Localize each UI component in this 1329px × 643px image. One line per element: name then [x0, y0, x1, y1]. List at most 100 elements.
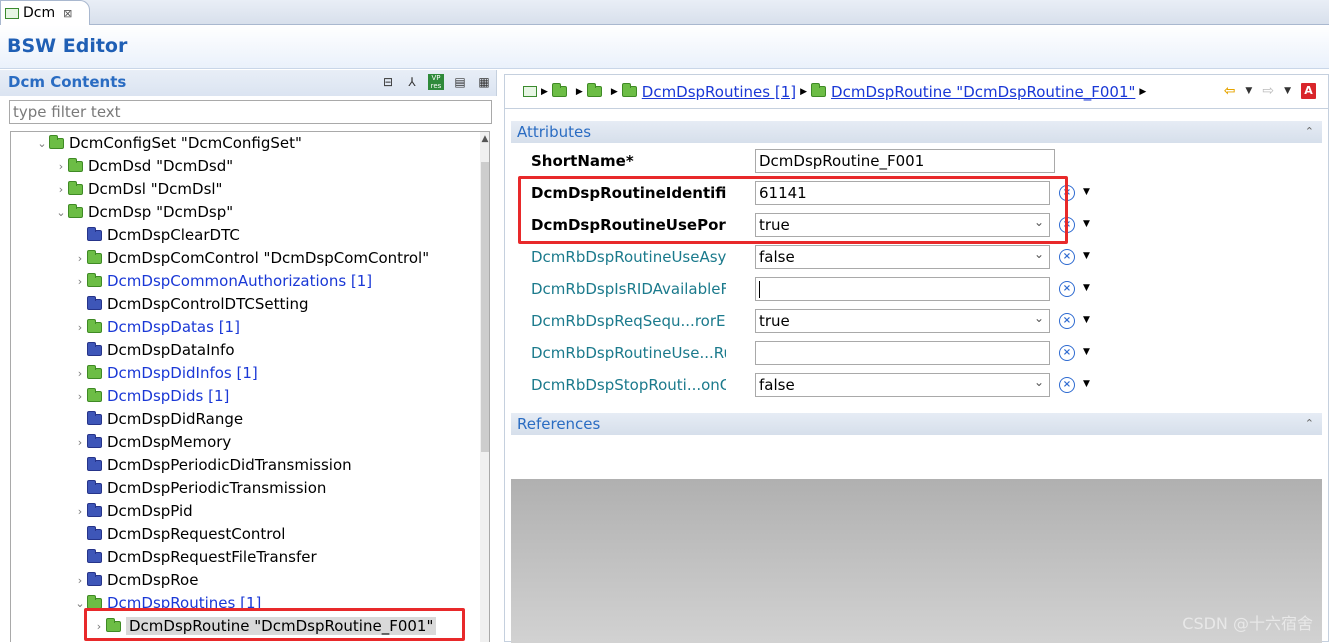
- folder-icon: [49, 134, 64, 149]
- chevron-right-icon[interactable]: ›: [73, 367, 87, 380]
- tree-item[interactable]: › DcmDspDids [1]: [73, 385, 230, 407]
- tree-item[interactable]: DcmDspPeriodicDidTransmission: [73, 454, 352, 476]
- folder-icon[interactable]: [586, 83, 602, 97]
- tree-item[interactable]: › DcmDsl "DcmDsl": [54, 178, 223, 200]
- attribute-combo[interactable]: false ⌄: [755, 245, 1050, 269]
- tree-item[interactable]: DcmDspClearDTC: [73, 224, 240, 246]
- chevron-right-icon[interactable]: ›: [73, 321, 87, 334]
- reset-icon[interactable]: ×: [1059, 345, 1075, 361]
- tree-item[interactable]: ⌄ DcmConfigSet "DcmConfigSet": [35, 132, 302, 154]
- chevron-right-icon[interactable]: ›: [73, 252, 87, 265]
- chevron-down-icon[interactable]: ⌄: [35, 137, 49, 150]
- pdf-icon[interactable]: A: [1301, 83, 1316, 99]
- folder-icon: [87, 387, 102, 402]
- document-icon[interactable]: ▤: [452, 74, 468, 90]
- forward-arrow-icon[interactable]: ⇨: [1262, 83, 1274, 99]
- filter-input[interactable]: type filter text: [9, 100, 492, 124]
- folder-icon[interactable]: [551, 83, 567, 97]
- tab-label: Dcm: [23, 5, 56, 21]
- folder-icon[interactable]: [811, 83, 827, 97]
- options-dropdown-icon[interactable]: ▼: [1083, 379, 1090, 389]
- grid-icon[interactable]: ▦: [476, 74, 492, 90]
- attribute-field[interactable]: DcmDspRoutine_F001: [755, 149, 1055, 173]
- breadcrumb-arrow-icon[interactable]: ▶: [576, 87, 583, 97]
- collapse-icon[interactable]: ⌃: [1305, 413, 1314, 435]
- forward-dropdown-icon[interactable]: ▼: [1284, 86, 1291, 96]
- options-dropdown-icon[interactable]: ▼: [1083, 283, 1090, 293]
- options-dropdown-icon[interactable]: ▼: [1083, 315, 1090, 325]
- chevron-down-icon[interactable]: ⌄: [1034, 311, 1044, 325]
- attributes-section-header[interactable]: Attributes ⌃: [511, 121, 1322, 143]
- references-section-header[interactable]: References ⌃: [511, 413, 1322, 435]
- tree-item[interactable]: ⌄ DcmDsp "DcmDsp": [54, 201, 233, 223]
- collapse-all-icon[interactable]: ⊟: [380, 74, 396, 90]
- breadcrumb-arrow-icon[interactable]: ▶: [1139, 87, 1146, 97]
- tree-item[interactable]: › DcmDspPid: [73, 500, 193, 522]
- reset-icon[interactable]: ×: [1059, 377, 1075, 393]
- reset-icon[interactable]: ×: [1059, 249, 1075, 265]
- back-arrow-icon[interactable]: ⇦: [1224, 83, 1236, 99]
- options-dropdown-icon[interactable]: ▼: [1083, 187, 1090, 197]
- chevron-right-icon[interactable]: ›: [73, 436, 87, 449]
- tree-item[interactable]: › DcmDspDidInfos [1]: [73, 362, 258, 384]
- folder-icon: [87, 594, 102, 609]
- chevron-right-icon[interactable]: ›: [73, 275, 87, 288]
- tree-item[interactable]: › DcmDsd "DcmDsd": [54, 155, 233, 177]
- folder-icon: [87, 456, 102, 471]
- attribute-row: DcmRbDspRoutineUse...Ru: [531, 341, 726, 365]
- vp-res-icon[interactable]: VP res: [428, 74, 444, 90]
- contents-title: Dcm Contents: [8, 73, 127, 91]
- folder-icon: [87, 571, 102, 586]
- attribute-field[interactable]: [755, 341, 1050, 365]
- chevron-right-icon[interactable]: ›: [54, 160, 68, 173]
- breadcrumb-routine-link[interactable]: DcmDspRoutine "DcmDspRoutine_F001": [831, 83, 1135, 101]
- reset-icon[interactable]: ×: [1059, 313, 1075, 329]
- folder-icon[interactable]: [621, 83, 637, 97]
- tree-item[interactable]: DcmDspDidRange: [73, 408, 243, 430]
- tree-item[interactable]: › DcmDspRoe: [73, 569, 199, 591]
- close-icon[interactable]: ⊠: [63, 7, 72, 20]
- tree-item[interactable]: › DcmDspCommonAuthorizations [1]: [73, 270, 372, 292]
- chevron-down-icon[interactable]: ⌄: [1034, 247, 1044, 261]
- chevron-right-icon[interactable]: ›: [73, 390, 87, 403]
- breadcrumb-arrow-icon[interactable]: ▶: [800, 87, 807, 97]
- tab-dcm[interactable]: Dcm ⊠: [0, 0, 90, 25]
- breadcrumb-routines-link[interactable]: DcmDspRoutines [1]: [642, 83, 796, 101]
- chevron-right-icon[interactable]: ›: [73, 505, 87, 518]
- reset-icon[interactable]: ×: [1059, 281, 1075, 297]
- back-dropdown-icon[interactable]: ▼: [1245, 86, 1252, 96]
- tree-item[interactable]: DcmDspDataInfo: [73, 339, 235, 361]
- tree-item[interactable]: DcmDspPeriodicTransmission: [73, 477, 326, 499]
- scroll-thumb[interactable]: [481, 162, 489, 452]
- attribute-field[interactable]: [755, 277, 1050, 301]
- chevron-right-icon[interactable]: ›: [73, 574, 87, 587]
- editor-file-icon: [5, 7, 19, 19]
- attribute-value: DcmDspRoutine_F001: [759, 152, 925, 170]
- editor-file-icon[interactable]: [523, 86, 537, 97]
- chevron-down-icon[interactable]: ⌄: [54, 206, 68, 219]
- link-editor-icon[interactable]: ⅄: [404, 74, 420, 90]
- options-dropdown-icon[interactable]: ▼: [1083, 347, 1090, 357]
- options-dropdown-icon[interactable]: ▼: [1083, 251, 1090, 261]
- attribute-row: DcmRbDspRoutineUseAsyr: [531, 245, 726, 269]
- contents-toolbar: ⊟ ⅄ VP res ▤ ▦: [380, 74, 492, 90]
- tree-item[interactable]: DcmDspRequestFileTransfer: [73, 546, 317, 568]
- tree-scrollbar[interactable]: ▲: [480, 132, 489, 642]
- attribute-combo[interactable]: false ⌄: [755, 373, 1050, 397]
- tree-item[interactable]: DcmDspControlDTCSetting: [73, 293, 309, 315]
- tree-item[interactable]: › DcmDspMemory: [73, 431, 232, 453]
- chevron-down-icon[interactable]: ⌄: [1034, 375, 1044, 389]
- tree-item[interactable]: DcmDspRequestControl: [73, 523, 285, 545]
- tree-item[interactable]: › DcmDspDatas [1]: [73, 316, 240, 338]
- tree-item[interactable]: › DcmDspComControl "DcmDspComControl": [73, 247, 429, 269]
- chevron-right-icon[interactable]: ›: [54, 183, 68, 196]
- attribute-label: DcmRbDspStopRouti...onC: [531, 376, 726, 394]
- scroll-up-icon[interactable]: ▲: [480, 134, 489, 144]
- attribute-combo[interactable]: true ⌄: [755, 309, 1050, 333]
- collapse-icon[interactable]: ⌃: [1305, 121, 1314, 143]
- attribute-row: DcmRbDspIsRIDAvailableFr: [531, 277, 726, 301]
- options-dropdown-icon[interactable]: ▼: [1083, 219, 1090, 229]
- breadcrumb-arrow-icon[interactable]: ▶: [541, 87, 548, 97]
- breadcrumb-arrow-icon[interactable]: ▶: [611, 87, 618, 97]
- contents-header: Dcm Contents ⊟ ⅄ VP res ▤ ▦: [0, 70, 497, 96]
